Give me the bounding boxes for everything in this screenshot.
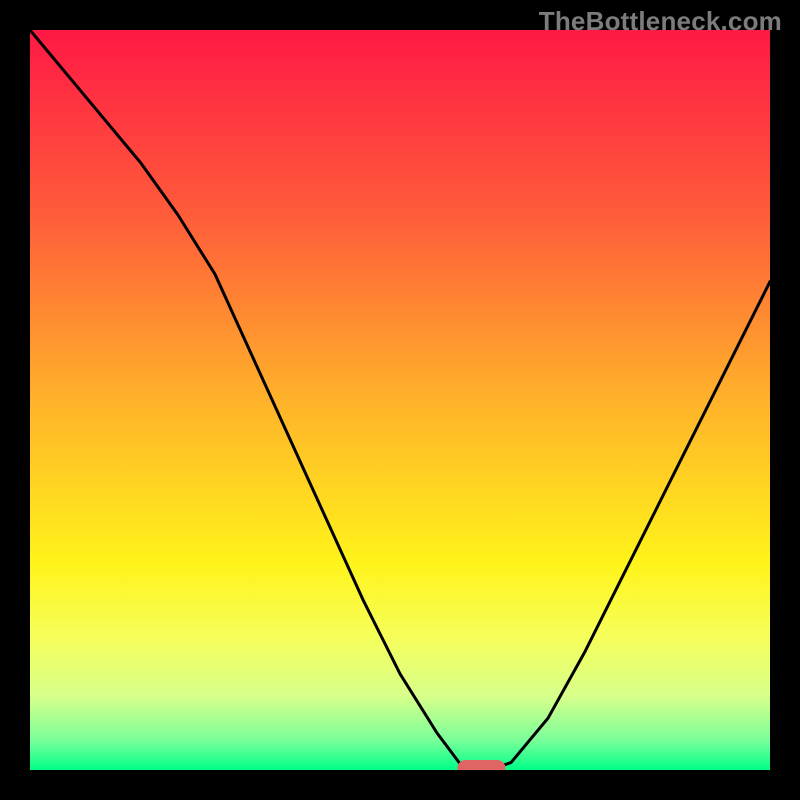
chart-svg [30, 30, 770, 770]
chart-container: TheBottleneck.com [0, 0, 800, 800]
plot-area [30, 30, 770, 770]
optimal-marker [457, 760, 505, 770]
watermark-label: TheBottleneck.com [539, 6, 782, 37]
gradient-background [30, 30, 770, 770]
